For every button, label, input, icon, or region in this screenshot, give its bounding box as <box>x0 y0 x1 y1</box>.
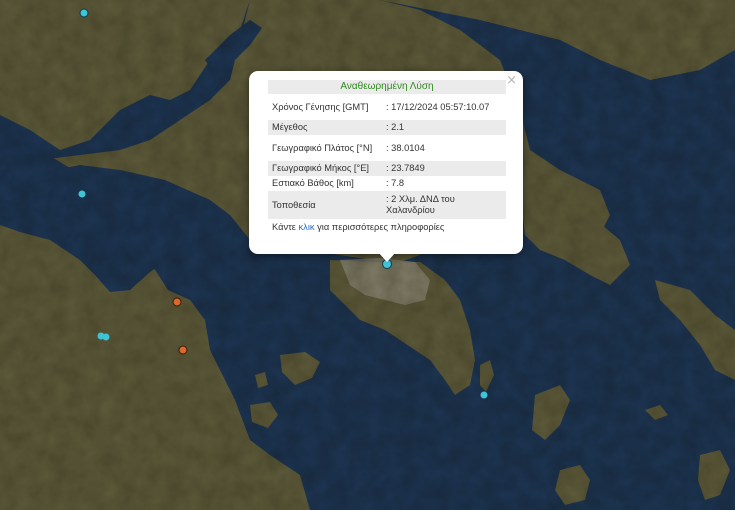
latitude-label: Γεωγραφικό Πλάτος [°N] <box>272 142 373 153</box>
close-icon[interactable]: × <box>506 73 517 88</box>
table-row: Εστιακό Βάθος [km] : 7.8 <box>268 176 506 191</box>
earthquake-marker[interactable] <box>480 391 488 399</box>
earthquake-details-table: Χρόνος Γένησης [GMT] : 17/12/2024 05:57:… <box>268 94 506 219</box>
longitude-label: Γεωγραφικό Μήκος [°E] <box>268 161 382 176</box>
earthquake-marker[interactable] <box>102 333 110 341</box>
earthquake-marker[interactable] <box>79 8 89 18</box>
popup-pointer <box>378 252 396 262</box>
depth-label: Εστιακό Βάθος [km] <box>272 178 354 188</box>
magnitude-label: Μέγεθος <box>268 120 382 135</box>
location-label: Τοποθεσία <box>268 191 382 219</box>
more-info-text: Κάντε κλικ για περισσότερες πληροφορίες <box>272 222 445 232</box>
earthquake-marker[interactable] <box>172 297 182 307</box>
table-row: Γεωγραφικό Μήκος [°E] : 23.7849 <box>268 161 506 176</box>
latitude-value: : 38.0104 <box>386 142 425 153</box>
earthquake-marker[interactable] <box>178 345 188 355</box>
popup-title: Αναθεωρημένη Λύση <box>268 80 506 94</box>
earthquake-marker[interactable] <box>78 190 86 198</box>
earthquake-info-popup: × Αναθεωρημένη Λύση Χρόνος Γένησης [GMT]… <box>249 71 523 254</box>
table-row: Τοποθεσία : 2 Χλμ. ΔΝΔ του Χαλανδρίου <box>268 191 506 219</box>
location-value: : 2 Χλμ. ΔΝΔ του Χαλανδρίου <box>382 191 506 219</box>
magnitude-value: : 2.1 <box>382 120 506 135</box>
longitude-value: : 23.7849 <box>382 161 506 176</box>
origin-time-label: Χρόνος Γένησης [GMT] <box>272 101 369 112</box>
origin-time-value: : 17/12/2024 05:57:10.07 <box>386 101 490 112</box>
table-row: Χρόνος Γένησης [GMT] : 17/12/2024 05:57:… <box>268 94 506 120</box>
table-row: Γεωγραφικό Πλάτος [°N] : 38.0104 <box>268 135 506 161</box>
depth-value: : 7.8 <box>386 178 405 188</box>
more-info-link[interactable]: κλικ <box>299 222 315 232</box>
table-row: Μέγεθος : 2.1 <box>268 120 506 135</box>
